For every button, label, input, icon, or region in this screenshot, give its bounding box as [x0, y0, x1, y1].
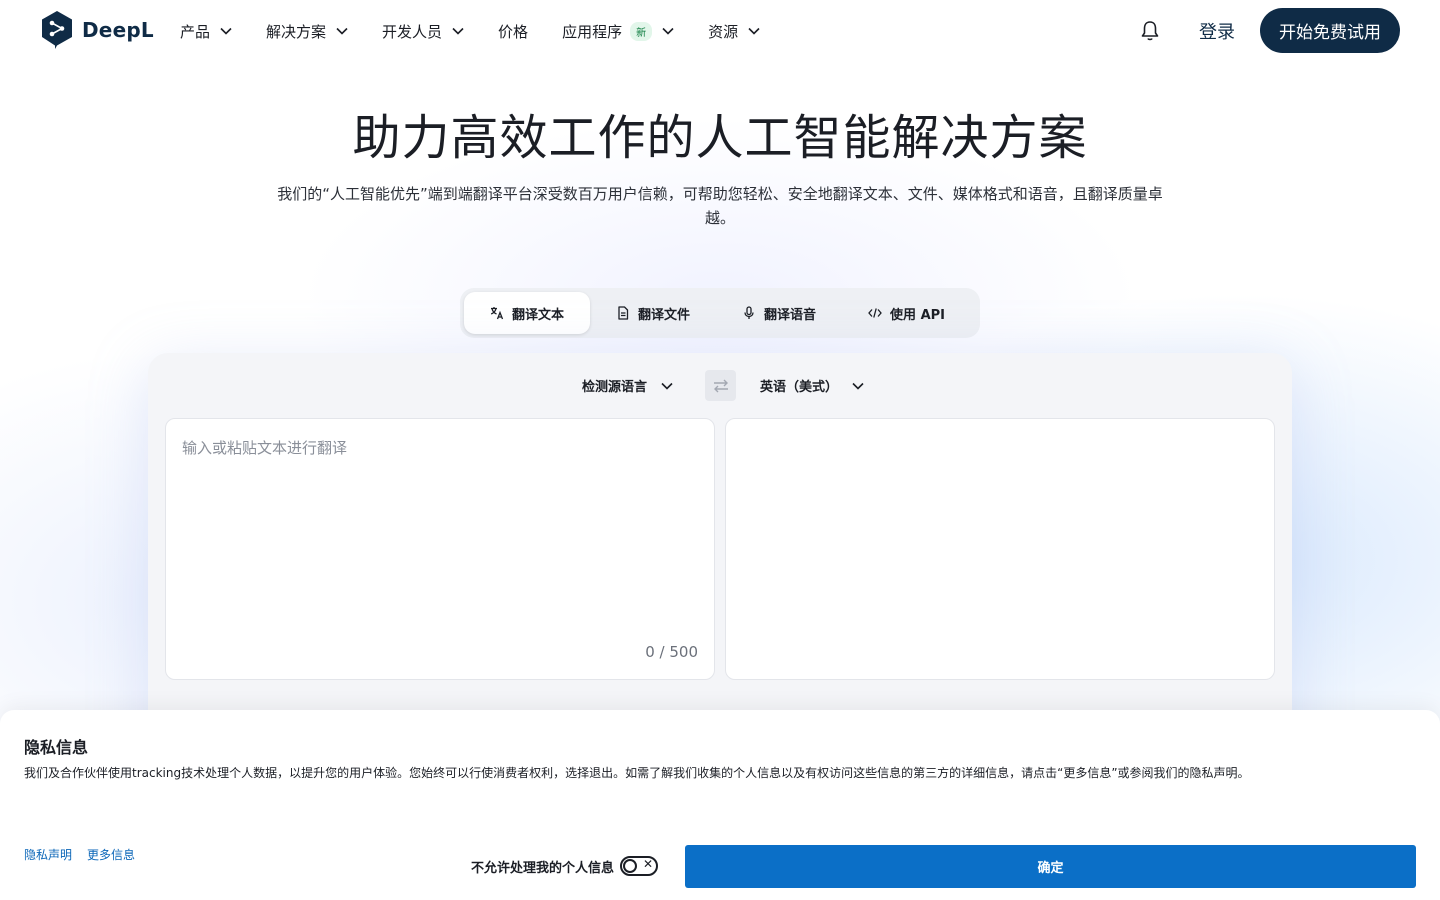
chevron-down-icon: [662, 27, 674, 35]
page-title: 助力高效工作的人工智能解决方案: [352, 110, 1088, 166]
source-text-input[interactable]: [182, 437, 692, 637]
source-language-label: 检测源语言: [582, 380, 648, 395]
hero-subtitle: 我们的“人工智能优先”端到端翻译平台深受数百万用户信赖，可帮助您轻松、安全地翻译…: [277, 185, 1163, 227]
bell-icon[interactable]: [1140, 20, 1160, 42]
tab-use-api[interactable]: 使用 API: [842, 292, 971, 334]
target-language-label: 英语（美式）: [760, 380, 839, 395]
tab-translate-text[interactable]: 翻译文本: [464, 292, 591, 334]
target-text-panel[interactable]: [725, 418, 1275, 680]
nav-item-pricing[interactable]: 价格: [498, 18, 528, 44]
nav-menu: 产品 解决方案 开发人员 价格 应用程序 新 资源: [180, 18, 794, 44]
nav-item-label: 价格: [498, 22, 529, 41]
tab-label: 翻译文本: [512, 307, 565, 323]
nav-item-label: 应用程序: [562, 22, 623, 41]
close-icon: ✕: [642, 857, 654, 871]
nav-item-label: 资源: [708, 22, 739, 41]
privacy-policy-link[interactable]: 隐私声明: [24, 846, 72, 863]
brand-name: DeepL: [82, 18, 154, 42]
chevron-down-icon: [852, 382, 864, 390]
start-free-trial-button[interactable]: 开始免费试用: [1260, 8, 1400, 53]
more-info-link[interactable]: 更多信息: [87, 846, 135, 863]
toggle-knob: [623, 859, 638, 873]
nav-item-developers[interactable]: 开发人员: [382, 18, 464, 44]
privacy-links: 隐私声明 更多信息: [24, 846, 135, 863]
tab-label: 翻译语音: [764, 307, 817, 323]
source-language-select[interactable]: 检测源语言: [582, 376, 673, 395]
deepl-logo[interactable]: DeepL: [40, 10, 154, 50]
source-text-panel: 0 / 500: [165, 418, 715, 680]
feature-tabs: 翻译文本 翻译文件 翻译语音 使用 API: [460, 288, 980, 338]
microphone-icon: [744, 306, 754, 319]
swap-icon: [713, 379, 728, 392]
confirm-button[interactable]: 确定: [685, 845, 1416, 888]
optout-label: 不允许处理我的个人信息: [471, 860, 615, 876]
chevron-down-icon: [336, 27, 348, 35]
privacy-text: 我们及合作伙伴使用tracking技术处理个人数据，以提升您的用户体验。您始终可…: [24, 766, 1250, 780]
nav-item-label: 解决方案: [266, 22, 327, 41]
tab-translate-voice[interactable]: 翻译语音: [716, 292, 842, 334]
deepl-logo-icon: [42, 11, 72, 49]
new-badge: 新: [630, 21, 653, 41]
tab-translate-files[interactable]: 翻译文件: [590, 292, 716, 334]
nav-item-apps[interactable]: 应用程序 新: [562, 18, 674, 44]
optout-toggle[interactable]: ✕: [620, 856, 659, 876]
nav-item-products[interactable]: 产品: [180, 18, 232, 44]
nav-item-solutions[interactable]: 解决方案: [266, 18, 348, 44]
chevron-down-icon: [220, 27, 232, 35]
optout-control: 不允许处理我的个人信息 ✕: [471, 856, 659, 876]
tab-label: 使用 API: [890, 307, 945, 323]
document-icon: [618, 306, 629, 320]
code-icon: [868, 308, 882, 318]
language-bar: 检测源语言 英语（美式）: [148, 353, 1292, 417]
top-nav: DeepL 产品 解决方案 开发人员 价格 应用程序 新 资源 登录 开始免费试…: [0, 0, 1440, 62]
character-counter: 0 / 500: [645, 643, 698, 661]
nav-item-label: 开发人员: [382, 22, 443, 41]
privacy-title: 隐私信息: [24, 738, 89, 757]
target-language-select[interactable]: 英语（美式）: [760, 376, 864, 395]
swap-languages-button[interactable]: [705, 370, 736, 401]
tab-label: 翻译文件: [638, 307, 691, 323]
translate-icon: [490, 307, 504, 320]
privacy-banner: 隐私信息 我们及合作伙伴使用tracking技术处理个人数据，以提升您的用户体验…: [0, 710, 1440, 900]
chevron-down-icon: [661, 382, 673, 390]
nav-item-label: 产品: [180, 22, 211, 41]
login-link[interactable]: 登录: [1199, 18, 1235, 44]
nav-item-resources[interactable]: 资源: [708, 18, 760, 44]
chevron-down-icon: [452, 27, 464, 35]
chevron-down-icon: [748, 27, 760, 35]
